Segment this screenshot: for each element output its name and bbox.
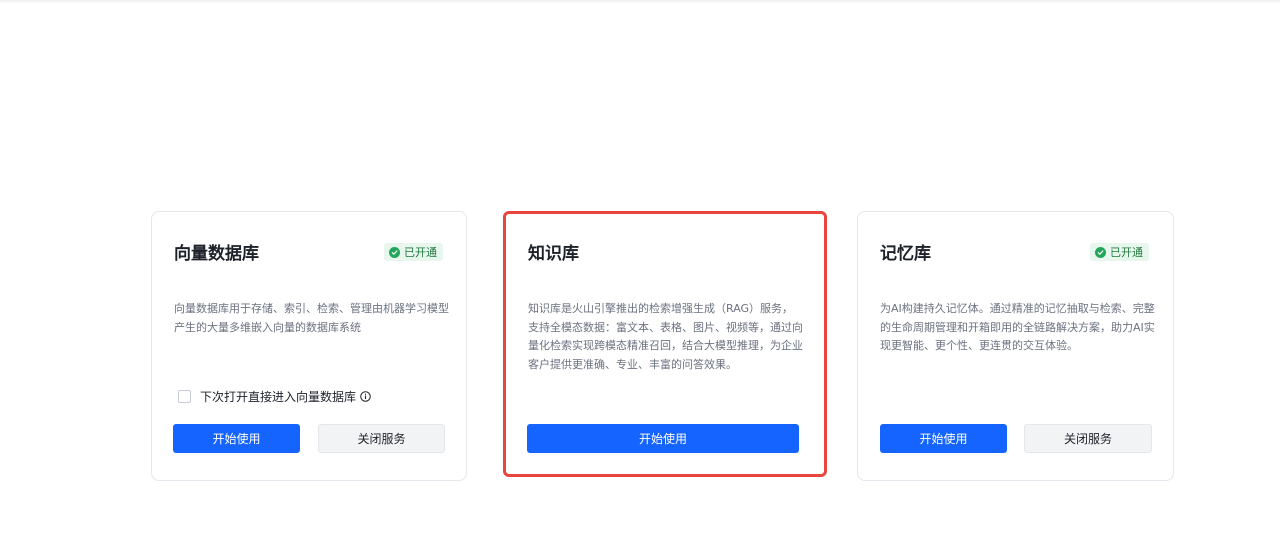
direct-open-label: 下次打开直接进入向量数据库: [200, 390, 357, 404]
card-title: 知识库: [528, 244, 579, 264]
start-using-button[interactable]: 开始使用: [527, 424, 799, 453]
card-description: 为AI构建持久记忆体。通过精准的记忆抽取与检索、完整的生命周期管理和开箱即用的全…: [880, 302, 1155, 352]
direct-open-checkbox[interactable]: [178, 390, 191, 403]
status-badge-label: 已开通: [1110, 246, 1143, 259]
close-service-button[interactable]: 关闭服务: [318, 424, 445, 453]
card-description: 向量数据库用于存储、索引、检索、管理由机器学习模型产生的大量多维嵌入向量的数据库…: [174, 302, 449, 334]
card-title: 向量数据库: [174, 244, 259, 264]
status-badge: 已开通: [384, 243, 443, 261]
card-description: 知识库是火山引擎推出的检索增强生成（RAG）服务，支持全模态数据：富文本、表格、…: [528, 302, 803, 371]
check-circle-icon: [389, 246, 400, 258]
start-using-button[interactable]: 开始使用: [173, 424, 300, 453]
status-badge-label: 已开通: [404, 246, 437, 259]
direct-open-option[interactable]: 下次打开直接进入向量数据库: [178, 388, 371, 405]
info-circle-icon[interactable]: [360, 391, 371, 402]
knowledge-base-card[interactable]: 知识库 知识库是火山引擎推出的检索增强生成（RAG）服务，支持全模态数据：富文本…: [503, 211, 827, 477]
top-divider: [0, 0, 1280, 4]
card-title: 记忆库: [880, 244, 931, 264]
status-badge: 已开通: [1090, 243, 1149, 261]
vector-db-card[interactable]: 向量数据库 已开通 向量数据库用于存储、索引、检索、管理由机器学习模型产生的大量…: [151, 211, 467, 481]
start-using-button[interactable]: 开始使用: [880, 424, 1007, 453]
memory-db-card[interactable]: 记忆库 已开通 为AI构建持久记忆体。通过精准的记忆抽取与检索、完整的生命周期管…: [857, 211, 1174, 481]
close-service-button[interactable]: 关闭服务: [1024, 424, 1152, 453]
check-circle-icon: [1095, 246, 1106, 258]
